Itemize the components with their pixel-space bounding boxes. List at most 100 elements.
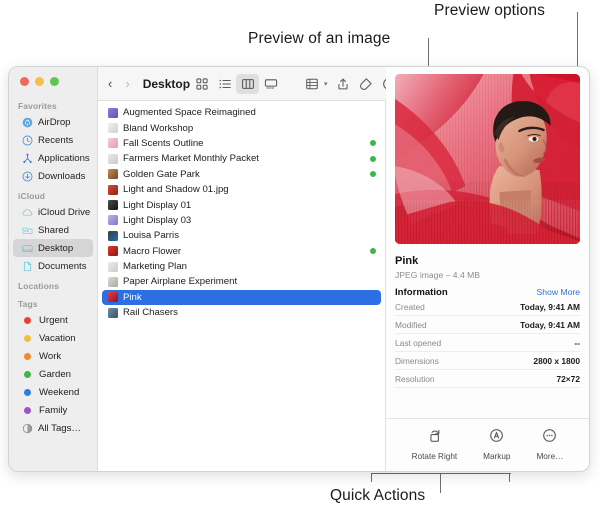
sidebar-item-airdrop[interactable]: AirDrop: [13, 113, 93, 131]
file-list-item[interactable]: Bland Workshop: [102, 120, 381, 135]
sidebar-item-vacation[interactable]: Vacation: [13, 329, 93, 347]
information-row-value: Today, 9:41 AM: [520, 301, 580, 312]
file-name-label: Golden Gate Park: [123, 168, 200, 180]
file-name-label: Pink: [123, 291, 142, 303]
file-list-item[interactable]: Farmers Market Monthly Packet: [102, 151, 381, 166]
tag-dot-icon: [24, 352, 31, 360]
minimize-window-button[interactable]: [35, 77, 44, 86]
zoom-window-button[interactable]: [50, 77, 59, 86]
sidebar-item-garden[interactable]: Garden: [13, 365, 93, 383]
back-button[interactable]: ‹: [108, 77, 112, 90]
annotation-quick-actions: Quick Actions: [330, 487, 426, 504]
sidebar: Favorites AirDrop Recents Applications Downl…: [9, 67, 98, 471]
sidebar-item-label: Applications: [38, 152, 90, 164]
information-rows: Created Today, 9:41 AM Modified Today, 9:41…: [395, 298, 580, 388]
file-name-label: Paper Airplane Experiment: [123, 276, 238, 288]
sidebar-item-label: AirDrop: [38, 116, 71, 128]
airdrop-icon: [22, 117, 33, 128]
file-thumbnail-icon: [108, 107, 118, 118]
quick-action-markup[interactable]: Markup: [483, 428, 510, 461]
file-tag-dot-icon: [370, 248, 376, 255]
page-title: Desktop: [142, 76, 191, 91]
preview-file-name: Pink: [395, 255, 419, 267]
sidebar-item-family[interactable]: Family: [13, 401, 93, 419]
file-list-item[interactable]: Marketing Plan: [102, 259, 381, 274]
information-row: Last opened --: [395, 334, 580, 352]
navigation-arrows: ‹ ›: [108, 77, 130, 90]
bracket-quick-actions-right: [509, 473, 511, 482]
list-view-icon[interactable]: [213, 74, 236, 94]
information-row-value: Today, 9:41 AM: [520, 319, 580, 330]
file-list-item[interactable]: Light Display 01: [102, 197, 381, 212]
file-thumbnail-icon: [108, 261, 118, 272]
file-list-item[interactable]: Fall Scents Outline: [102, 136, 381, 151]
sidebar-item-label: iCloud Drive: [38, 206, 91, 218]
quick-action-rotate-right[interactable]: Rotate Right: [412, 428, 457, 461]
file-list-item[interactable]: Light and Shadow 01.jpg: [102, 182, 381, 197]
sidebar-item-work[interactable]: Work: [13, 347, 93, 365]
file-tag-dot-icon: [370, 155, 376, 162]
file-thumbnail-icon: [108, 153, 118, 164]
sidebar-item-all-tags[interactable]: All Tags…: [13, 419, 93, 437]
sidebar-item-shared[interactable]: Shared: [13, 221, 93, 239]
file-list-item[interactable]: Louisa Parris: [102, 228, 381, 243]
close-window-button[interactable]: [20, 77, 29, 86]
file-thumbnail-icon: [108, 215, 118, 226]
file-list-item[interactable]: Rail Chasers: [102, 305, 381, 320]
file-list-item[interactable]: Pink: [102, 289, 381, 306]
quick-action-label: More…: [536, 452, 564, 461]
file-name-label: Rail Chasers: [123, 307, 178, 319]
annotation-preview-options: Preview options: [434, 2, 545, 19]
icon-view-icon[interactable]: [190, 74, 213, 94]
tags-icon[interactable]: [355, 74, 378, 94]
sidebar-item-label: Recents: [38, 134, 74, 146]
sidebar-item-desktop[interactable]: Desktop: [13, 239, 93, 257]
sidebar-item-label: Family: [39, 404, 68, 416]
quick-action-more[interactable]: More…: [536, 428, 563, 461]
desktop-icon: [22, 243, 33, 254]
information-row-value: 2800 x 1800: [533, 355, 580, 366]
column-view-icon[interactable]: [236, 73, 260, 94]
sidebar-section-header-locations: Locations: [18, 281, 60, 291]
tag-dot-icon: [24, 316, 31, 324]
sidebar-item-urgent[interactable]: Urgent: [13, 311, 93, 329]
gallery-view-icon[interactable]: [259, 74, 282, 94]
file-list-item[interactable]: Golden Gate Park: [102, 167, 381, 182]
sidebar-item-documents[interactable]: Documents: [13, 257, 93, 275]
sidebar-item-label: Desktop: [38, 242, 74, 254]
tag-dot-icon: [24, 334, 31, 342]
information-row-value: --: [574, 337, 580, 348]
cloud-icon: [22, 207, 33, 218]
sidebar-section-header-favorites: Favorites: [18, 101, 57, 111]
file-list-item[interactable]: Augmented Space Reimagined: [102, 105, 381, 120]
file-tag-placeholder: [370, 310, 376, 316]
file-tag-placeholder: [370, 233, 376, 239]
quick-actions-bar: Rotate Right Markup More…: [386, 418, 589, 471]
show-more-link[interactable]: Show More: [537, 287, 580, 297]
file-list[interactable]: Augmented Space Reimagined Bland Workshop…: [98, 101, 386, 471]
file-thumbnail-icon: [108, 169, 118, 180]
sidebar-item-weekend[interactable]: Weekend: [13, 383, 93, 401]
chevron-down-icon[interactable]: ▾: [324, 80, 328, 88]
sidebar-item-recents[interactable]: Recents: [13, 131, 93, 149]
information-row-label: Created: [395, 301, 425, 312]
sidebar-item-icloud-drive[interactable]: iCloud Drive: [13, 203, 93, 221]
file-list-item[interactable]: Macro Flower: [102, 244, 381, 259]
forward-button[interactable]: ›: [125, 77, 129, 90]
file-list-item[interactable]: Paper Airplane Experiment: [102, 274, 381, 289]
file-name-label: Augmented Space Reimagined: [123, 107, 256, 119]
group-by-icon[interactable]: [300, 74, 323, 94]
sidebar-item-applications[interactable]: Applications: [13, 149, 93, 167]
annotation-preview-of-an-image: Preview of an image: [248, 30, 391, 47]
file-thumbnail-icon: [108, 276, 118, 287]
file-tag-placeholder: [370, 217, 376, 223]
sidebar-item-label: Work: [39, 350, 62, 362]
file-thumbnail-icon: [108, 292, 118, 303]
file-name-label: Fall Scents Outline: [123, 137, 204, 149]
file-list-item[interactable]: Light Display 03: [102, 213, 381, 228]
information-row-value: 72×72: [556, 373, 580, 384]
share-icon[interactable]: [332, 74, 355, 94]
information-row: Resolution 72×72: [395, 370, 580, 388]
sidebar-item-downloads[interactable]: Downloads: [13, 167, 93, 185]
file-tag-placeholder: [370, 110, 376, 116]
